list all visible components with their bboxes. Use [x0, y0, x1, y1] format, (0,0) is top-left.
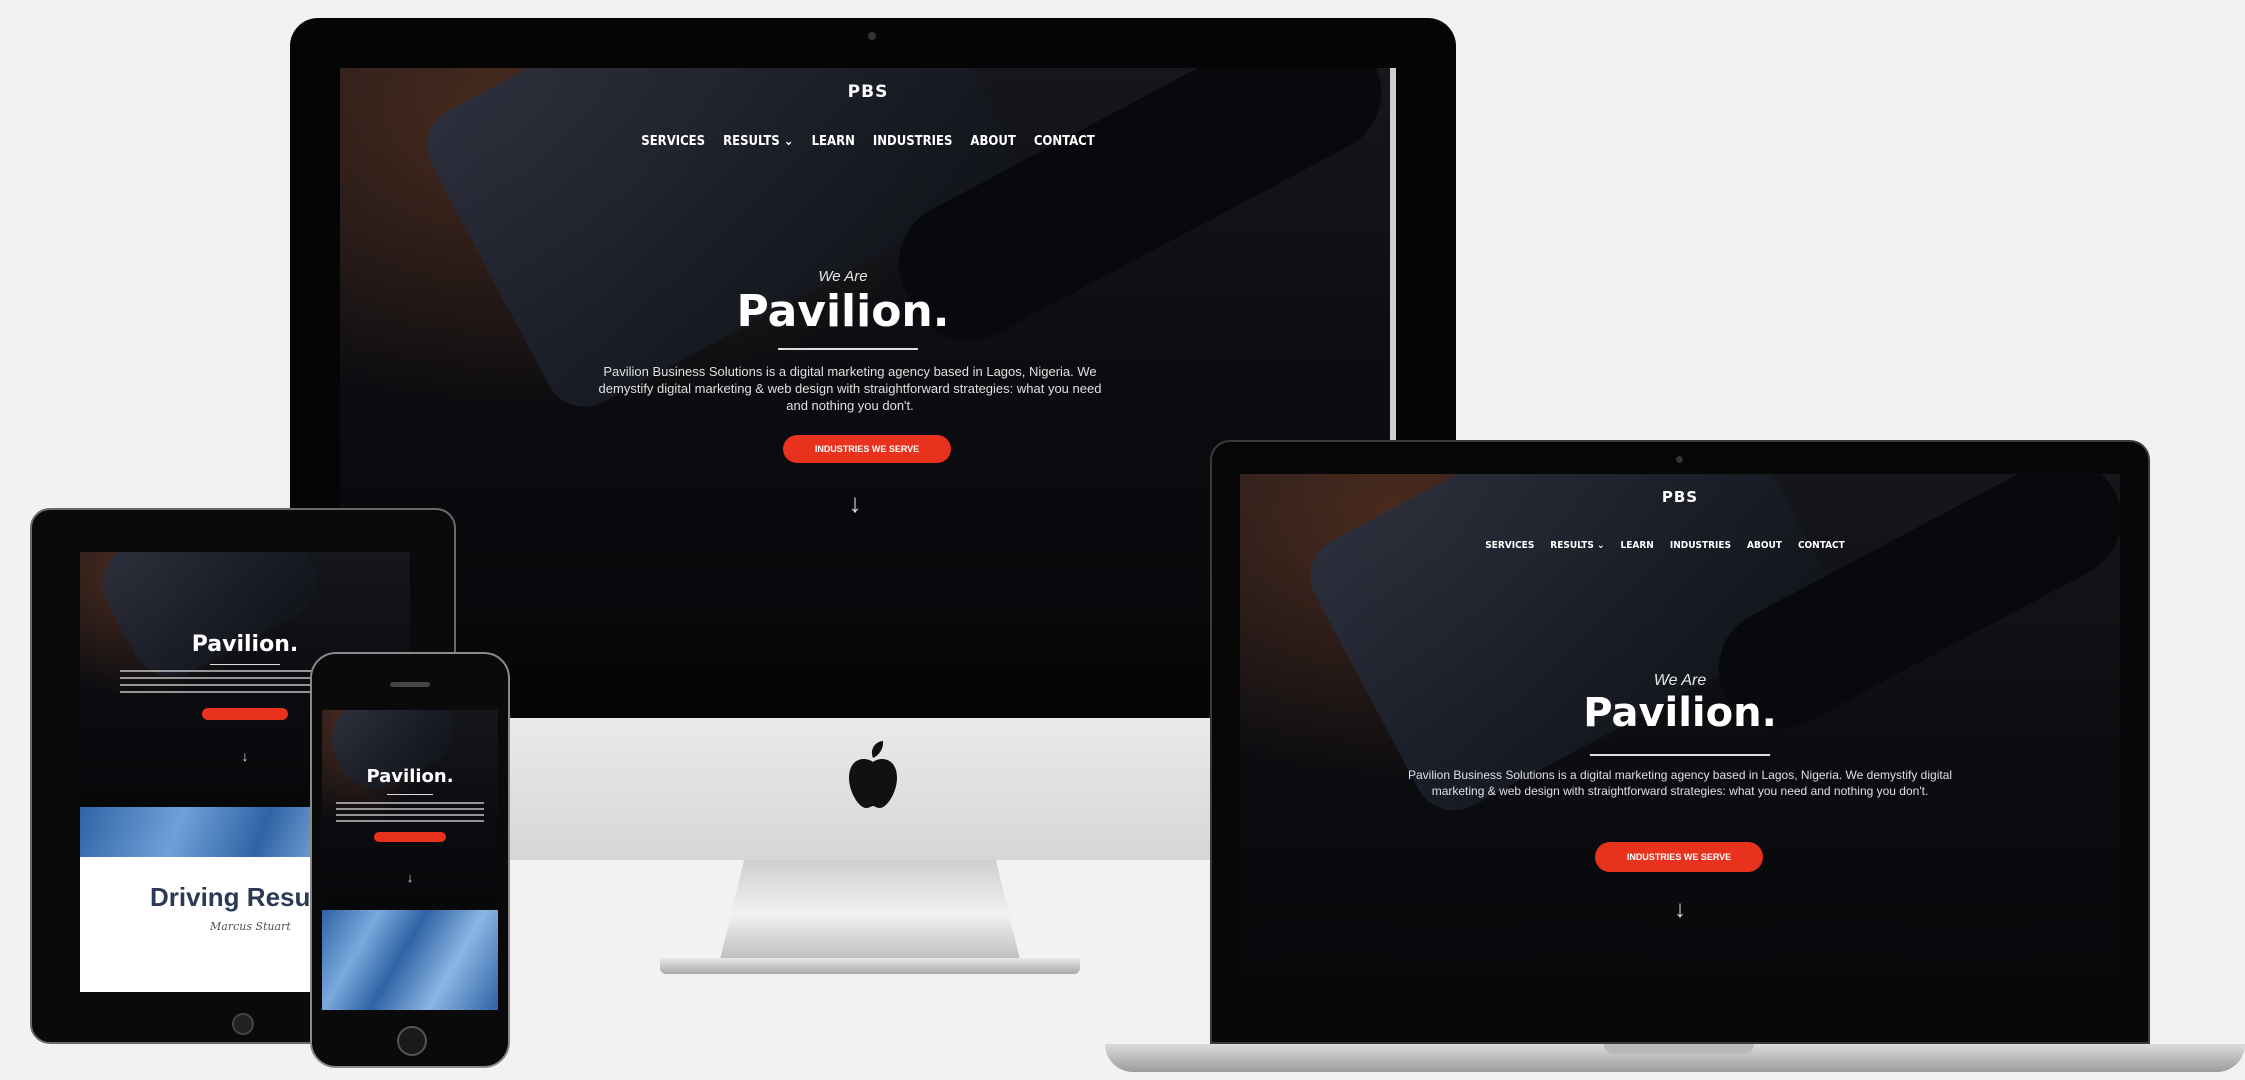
nav-learn[interactable]: LEARN	[1621, 540, 1654, 551]
laptop-screen: PBS SERVICES RESULTS ⌄ LEARN INDUSTRIES …	[1240, 474, 2120, 1010]
tablet-section-heading: Driving Resu	[150, 882, 311, 912]
imac-camera	[868, 32, 876, 40]
nav-industries[interactable]: INDUSTRIES	[1670, 540, 1731, 551]
scroll-down-icon[interactable]: ↓	[396, 870, 424, 885]
phone-blue-strip	[322, 910, 498, 1010]
hero-title: Pavilion.	[1583, 690, 1777, 736]
nav-results[interactable]: RESULTS ⌄	[1550, 540, 1604, 551]
hero-divider	[210, 664, 280, 665]
hero-tagline: We Are	[818, 268, 868, 285]
laptop-camera	[1676, 456, 1683, 463]
nav-results-label: RESULTS	[1550, 540, 1594, 551]
phone-hero: Pavilion. ↓	[322, 710, 498, 910]
nav-about[interactable]: ABOUT	[970, 134, 1015, 149]
site-logo[interactable]: PBS	[340, 82, 1396, 102]
nav-contact[interactable]: CONTACT	[1798, 540, 1845, 551]
cta-industries-button[interactable]	[202, 708, 288, 720]
hero-divider	[1590, 754, 1770, 756]
cta-industries-button[interactable]	[374, 832, 446, 842]
hero-description-lines	[336, 802, 484, 822]
hero-divider	[387, 794, 433, 795]
tablet-home-button[interactable]	[232, 1013, 254, 1035]
scroll-down-icon[interactable]: ↓	[840, 488, 870, 519]
nav-services[interactable]: SERVICES	[1485, 540, 1534, 551]
hero-description: Pavilion Business Solutions is a digital…	[1407, 768, 1953, 798]
hero-description: Pavilion Business Solutions is a digital…	[598, 364, 1102, 413]
imac-stand	[720, 860, 1020, 960]
hero-title: Pavilion.	[736, 286, 950, 337]
phone-screen: Pavilion. ↓	[322, 710, 498, 1010]
nav-results[interactable]: RESULTS ⌄	[723, 134, 794, 149]
chevron-down-icon: ⌄	[1593, 540, 1605, 551]
site-nav: SERVICES RESULTS ⌄ LEARN INDUSTRIES ABOU…	[1240, 540, 2120, 551]
hero-tagline: We Are	[1653, 672, 1707, 689]
imac-foot	[660, 958, 1080, 974]
nav-learn[interactable]: LEARN	[812, 134, 855, 149]
phone-speaker	[390, 682, 430, 687]
nav-contact[interactable]: CONTACT	[1034, 134, 1095, 149]
nav-about[interactable]: ABOUT	[1747, 540, 1782, 551]
nav-services[interactable]: SERVICES	[641, 134, 705, 149]
scroll-down-icon[interactable]: ↓	[230, 748, 260, 764]
hero-title: Pavilion.	[366, 766, 454, 787]
nav-industries[interactable]: INDUSTRIES	[873, 134, 953, 149]
chevron-down-icon: ⌄	[779, 134, 794, 149]
tablet-signature: Marcus Stuart	[210, 920, 291, 933]
site-nav: SERVICES RESULTS ⌄ LEARN INDUSTRIES ABOU…	[340, 134, 1396, 149]
phone-home-button[interactable]	[397, 1026, 427, 1056]
apple-logo-icon	[843, 740, 903, 810]
laptop-notch	[1604, 1044, 1754, 1054]
nav-results-label: RESULTS	[723, 134, 780, 149]
cta-industries-button[interactable]: INDUSTRIES WE SERVE	[1595, 842, 1763, 872]
cta-industries-button[interactable]: INDUSTRIES WE SERVE	[783, 435, 951, 463]
hero-divider	[778, 348, 918, 350]
site-logo[interactable]: PBS	[1240, 488, 2120, 506]
scroll-down-icon[interactable]: ↓	[1665, 896, 1695, 924]
